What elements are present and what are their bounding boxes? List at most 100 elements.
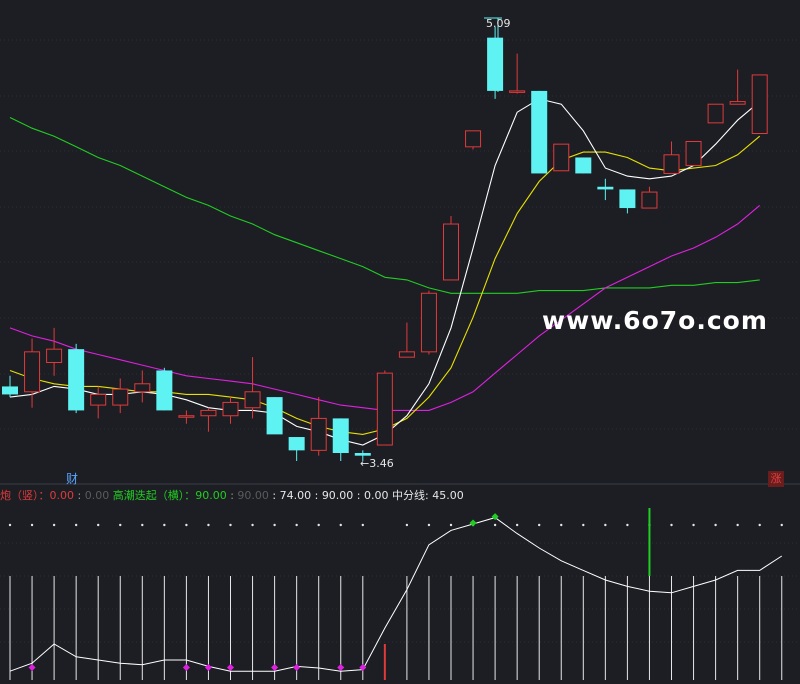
green-signal-dot — [469, 519, 477, 527]
indicator-top-dot — [780, 523, 783, 527]
candle — [663, 141, 680, 174]
candle-body-up — [443, 223, 459, 281]
rise-badge[interactable]: 涨 — [768, 471, 784, 487]
candle — [244, 357, 261, 419]
candle — [288, 437, 305, 461]
candle-body-up — [465, 130, 482, 148]
candle — [222, 397, 239, 424]
candle-body-up — [685, 140, 702, 166]
indicator-top-dot — [692, 523, 695, 527]
legend-sep: : — [311, 489, 322, 502]
candlestick-series — [2, 27, 768, 461]
legend-sep: ： — [38, 489, 50, 502]
candle-body-up — [310, 417, 327, 451]
candle-body-down — [332, 418, 349, 454]
magenta-signal-dot — [337, 663, 345, 672]
candle-body-up — [112, 388, 129, 406]
candle-body-up — [663, 154, 680, 174]
candle-body-up — [707, 103, 724, 124]
candle — [376, 370, 393, 446]
price-grid — [0, 39, 800, 430]
magenta-signal-dot — [182, 663, 190, 672]
indicator-top-dot — [515, 523, 519, 527]
indicator-top-dot — [361, 523, 364, 527]
candle — [68, 343, 85, 414]
candle-body-down — [354, 453, 371, 456]
low-price-label: ←3.46 — [360, 457, 394, 470]
indicator-top-dot — [449, 523, 453, 527]
indicator-line — [9, 517, 783, 672]
finance-marker[interactable]: 财 — [66, 470, 78, 487]
low-price-value: 3.46 — [369, 457, 394, 470]
candle-body-up — [200, 409, 217, 417]
candle-body-down — [2, 386, 18, 395]
candle — [465, 130, 482, 150]
candle — [641, 186, 658, 209]
candle-body-down — [288, 437, 305, 451]
candle — [487, 27, 504, 99]
candle — [398, 322, 415, 358]
indicator-top-dot — [604, 523, 607, 527]
candle — [200, 407, 217, 432]
candle — [575, 157, 592, 174]
indicator-top-dot — [30, 523, 34, 527]
candle — [178, 410, 195, 424]
indicator-top-dot — [74, 523, 78, 527]
arrow-left-icon: ← — [360, 457, 370, 470]
indicator-top-dot — [229, 523, 232, 527]
legend-sep: : — [268, 489, 280, 502]
indicator-top-dot — [560, 523, 563, 527]
legend-item6-value: 90.00 — [321, 489, 354, 502]
legend-item8-value: 45.00 — [432, 489, 464, 502]
indicator-top-dot — [670, 523, 673, 527]
candle-body-down — [266, 397, 283, 435]
indicator-top-dot — [185, 523, 188, 527]
indicator-top-dot — [427, 523, 431, 527]
candle-body-up — [509, 90, 526, 93]
candle-body-down — [531, 90, 548, 174]
legend-item1-value: 0.00 — [49, 489, 75, 502]
indicator-top-dot — [119, 523, 122, 527]
candle-body-up — [398, 351, 415, 358]
magenta-signal-dot — [226, 663, 235, 672]
candle — [156, 367, 173, 411]
high-price-label: 5.09 — [486, 17, 511, 30]
indicator-top-dot — [251, 523, 254, 527]
candle-body-down — [619, 189, 636, 209]
magenta-signal-dot — [28, 663, 36, 672]
indicator-top-dot — [273, 523, 276, 527]
indicator-panel — [8, 508, 783, 680]
indicator-legend: 炮（竖）：0.00 : 0.00 高潮迭起（横）：90.00 : 90.00 :… — [0, 487, 464, 503]
magenta-signal-dot — [204, 663, 212, 672]
candle-body-down — [575, 157, 592, 174]
candle-body-down — [597, 186, 614, 190]
legend-sep: ： — [184, 489, 196, 502]
indicator-top-dot — [8, 523, 12, 527]
stock-chart-canvas[interactable] — [0, 0, 800, 684]
indicator-top-dot — [405, 523, 409, 527]
candle-body-up — [134, 383, 151, 393]
legend-item4-value: 90.00 — [237, 489, 269, 502]
candle — [266, 397, 283, 435]
candle-body-up — [222, 401, 239, 417]
indicator-top-dot — [97, 523, 100, 527]
candle — [46, 327, 63, 376]
candle — [597, 178, 614, 201]
legend-item3-value: 90.00 — [195, 489, 227, 502]
candle — [685, 140, 702, 166]
candle-body-down — [487, 37, 504, 91]
candle-body-up — [729, 101, 746, 105]
candle — [90, 386, 107, 419]
candle — [509, 53, 526, 94]
legend-sep: : — [226, 489, 238, 502]
candle — [443, 216, 459, 281]
candle-body-up — [376, 372, 393, 446]
legend-sep: : — [74, 489, 85, 502]
candle-body-up — [178, 415, 195, 418]
indicator-top-dot — [493, 523, 497, 527]
legend-item2-value: 0.00 — [84, 489, 110, 502]
indicator-top-dot — [52, 523, 56, 527]
indicator-top-dot — [736, 523, 739, 527]
indicator-top-dot — [317, 523, 320, 527]
candle — [112, 378, 129, 414]
